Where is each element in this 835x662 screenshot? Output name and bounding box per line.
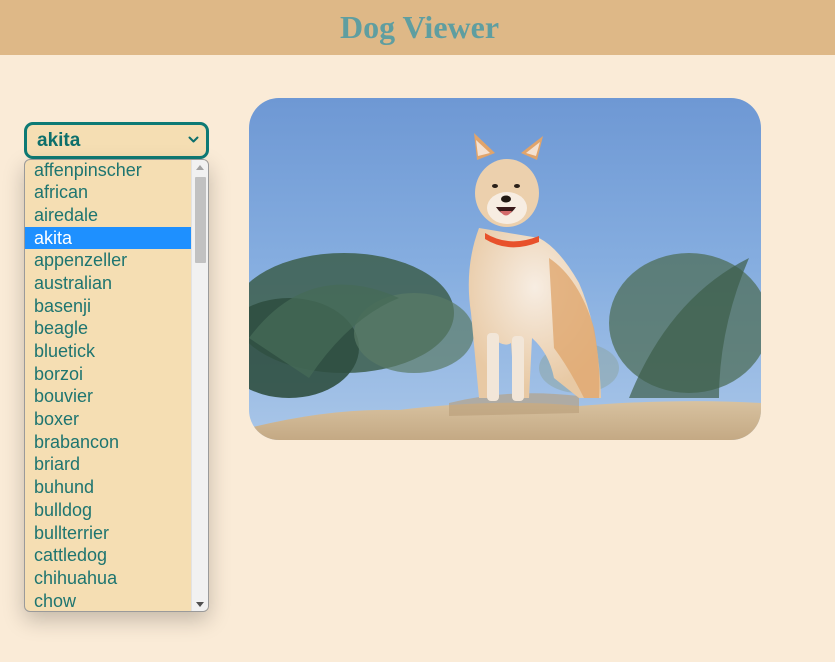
option-australian[interactable]: australian xyxy=(25,272,192,295)
dropdown-scrollbar[interactable] xyxy=(191,160,208,611)
option-basenji[interactable]: basenji xyxy=(25,295,192,318)
option-cattledog[interactable]: cattledog xyxy=(25,544,192,567)
option-bluetick[interactable]: bluetick xyxy=(25,340,192,363)
option-akita[interactable]: akita xyxy=(25,226,192,250)
option-bullterrier[interactable]: bullterrier xyxy=(25,522,192,545)
scroll-down-arrow-icon[interactable] xyxy=(196,602,204,607)
option-bouvier[interactable]: bouvier xyxy=(25,385,192,408)
scroll-up-arrow-icon[interactable] xyxy=(196,165,204,170)
breed-options: affenpinscher african airedale akita appenze… xyxy=(25,160,192,611)
option-beagle[interactable]: beagle xyxy=(25,317,192,340)
option-appenzeller[interactable]: appenzeller xyxy=(25,249,192,272)
breed-dropdown-list[interactable]: affenpinscher african airedale akita appenze… xyxy=(24,159,209,612)
option-african[interactable]: african xyxy=(25,181,192,204)
option-chihuahua[interactable]: chihuahua xyxy=(25,567,192,590)
option-borzoi[interactable]: borzoi xyxy=(25,363,192,386)
option-airedale[interactable]: airedale xyxy=(25,204,192,227)
option-boxer[interactable]: boxer xyxy=(25,408,192,431)
option-bulldog[interactable]: bulldog xyxy=(25,499,192,522)
breed-select-value: akita xyxy=(37,130,81,151)
page-title: Dog Viewer xyxy=(339,9,500,45)
option-briard[interactable]: briard xyxy=(25,453,192,476)
dog-photo xyxy=(249,98,761,440)
option-brabancon[interactable]: brabancon xyxy=(25,431,192,454)
scrollbar-thumb[interactable] xyxy=(195,177,206,263)
option-chow[interactable]: chow xyxy=(25,590,192,611)
app-header: Dog Viewer xyxy=(0,0,835,55)
breed-select[interactable]: akita xyxy=(24,122,209,159)
option-affenpinscher[interactable]: affenpinscher xyxy=(25,160,192,181)
option-buhund[interactable]: buhund xyxy=(25,476,192,499)
chevron-down-icon xyxy=(188,136,199,143)
